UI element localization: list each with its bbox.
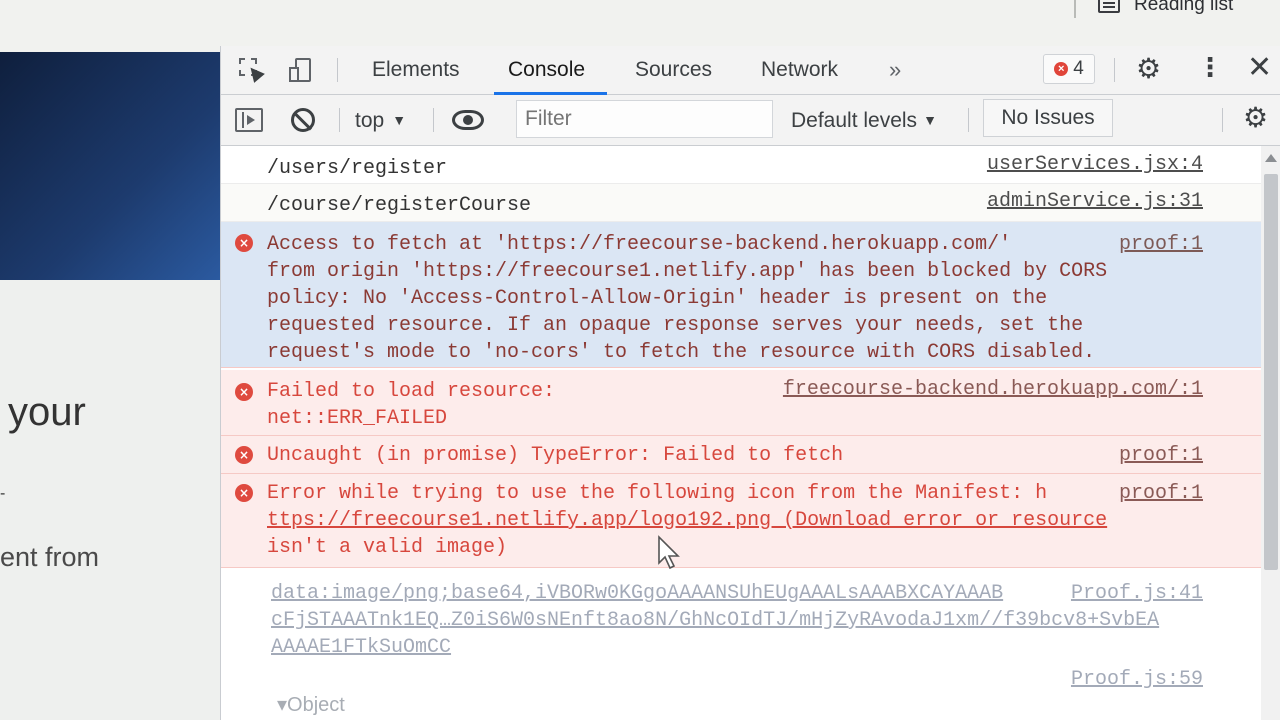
error-line: request's mode to 'no-cors' to fetch the…	[267, 341, 1096, 364]
close-icon[interactable]: ✕	[1247, 50, 1272, 85]
web-page: your - ent from	[0, 52, 220, 720]
toolbar-separator	[1074, 0, 1076, 18]
context-value: top	[355, 109, 385, 132]
source-link[interactable]: proof:1	[1119, 480, 1203, 507]
error-line: requested resource. If an opaque respons…	[267, 314, 1084, 337]
error-count-badge[interactable]: × 4	[1043, 54, 1095, 84]
error-line: from origin 'https://freecourse1.netlify…	[267, 260, 1108, 283]
dropdown-caret-icon: ▼	[392, 112, 407, 128]
page-text-fragment: -	[0, 485, 6, 502]
console-messages: /users/register userServices.jsx:4 /cour…	[221, 146, 1261, 720]
toolbar-divider	[433, 108, 434, 132]
console-log-row: /course/registerCourse adminService.js:3…	[221, 184, 1261, 222]
console-error-row[interactable]: × Uncaught (in promise) TypeError: Faile…	[221, 436, 1261, 474]
toolbar-divider	[1114, 58, 1115, 82]
error-icon: ×	[235, 446, 253, 464]
more-options-icon[interactable]: ⋮	[1197, 52, 1223, 83]
source-link[interactable]: userServices.jsx:4	[987, 151, 1203, 178]
error-line: policy: No 'Access-Control-Allow-Origin'…	[267, 287, 1048, 310]
tab-network[interactable]: Network	[761, 46, 838, 94]
object-expander[interactable]: ▾Object	[277, 692, 345, 719]
source-link[interactable]: Proof.js:59	[1071, 666, 1203, 693]
console-log-row: /users/register userServices.jsx:4	[221, 146, 1261, 184]
page-heading-fragment: your	[8, 390, 86, 434]
reading-list-button[interactable]: Reading list	[1098, 0, 1233, 18]
source-link[interactable]: Proof.js:41	[1071, 580, 1203, 607]
log-levels-dropdown[interactable]: Default levels ▼	[791, 95, 937, 145]
toolbar-divider	[968, 108, 969, 132]
error-icon: ×	[1054, 62, 1069, 76]
toolbar-divider	[339, 108, 340, 132]
scroll-up-arrow-icon[interactable]	[1265, 154, 1277, 162]
console-settings-gear-icon[interactable]: ⚙	[1243, 101, 1268, 134]
error-line: Uncaught (in promise) TypeError: Failed …	[267, 444, 844, 467]
issues-button[interactable]: No Issues	[983, 99, 1113, 137]
error-icon: ×	[235, 484, 253, 502]
hero-banner	[0, 52, 220, 280]
source-link[interactable]: proof:1	[1119, 231, 1203, 258]
error-line: isn't a valid image)	[267, 536, 508, 559]
console-error-row[interactable]: × Error while trying to use the followin…	[221, 474, 1261, 568]
error-line: Failed to load resource:	[267, 380, 556, 403]
device-toolbar-icon[interactable]	[289, 58, 313, 82]
console-error-row[interactable]: × Failed to load resource: net::ERR_FAIL…	[221, 370, 1261, 436]
scrollbar-thumb[interactable]	[1264, 174, 1278, 570]
tab-console[interactable]: Console	[493, 46, 608, 95]
error-line: Access to fetch at 'https://freecourse-b…	[267, 233, 1012, 256]
console-sidebar-icon[interactable]	[235, 108, 263, 132]
error-icon: ×	[235, 383, 253, 401]
data-uri-line[interactable]: data:image/png;base64,iVBORw0KGgoAAAANSU…	[271, 580, 1003, 607]
scrollbar[interactable]	[1261, 146, 1280, 720]
log-message: /users/register	[267, 157, 448, 180]
toolbar-divider	[1222, 108, 1223, 132]
console-log-row: data:image/png;base64,iVBORw0KGgoAAAANSU…	[221, 568, 1261, 660]
console-toolbar: top ▼ Default levels ▼ No Issues ⚙	[221, 95, 1280, 146]
error-line: net::ERR_FAILED	[267, 407, 448, 430]
tab-elements[interactable]: Elements	[372, 46, 460, 94]
settings-gear-icon[interactable]: ⚙	[1136, 52, 1161, 85]
live-expression-eye-icon[interactable]	[452, 110, 484, 130]
clear-console-icon[interactable]	[291, 108, 315, 132]
error-count: 4	[1073, 58, 1084, 79]
data-uri-line[interactable]: AAAAE1FTkSuOmCC	[271, 634, 451, 661]
error-line: ttps://freecourse1.netlify.app/logo192.p…	[267, 509, 1108, 532]
error-icon: ×	[235, 234, 253, 252]
devtools-tab-bar: Elements Console Sources Network » × 4 ⚙…	[221, 46, 1280, 95]
tab-sources[interactable]: Sources	[635, 46, 712, 94]
filter-input[interactable]	[516, 100, 773, 138]
source-link[interactable]: proof:1	[1119, 442, 1203, 469]
source-link[interactable]: freecourse-backend.herokuapp.com/:1	[783, 376, 1203, 403]
inspect-element-icon[interactable]	[239, 58, 265, 83]
log-message: /course/registerCourse	[267, 194, 532, 217]
console-log-row: ▾Object Proof.js:59	[221, 660, 1261, 720]
dropdown-caret-icon: ▼	[923, 112, 937, 128]
log-levels-label: Default levels	[791, 109, 918, 132]
context-selector[interactable]: top ▼	[355, 95, 406, 145]
console-error-row[interactable]: × Access to fetch at 'https://freecourse…	[221, 222, 1261, 368]
more-tabs-icon[interactable]: »	[889, 46, 901, 94]
data-uri-line[interactable]: cFjSTAAATnk1EQ…Z0iS6W0sNEnft8ao8N/GhNcOI…	[271, 607, 1159, 634]
reading-list-label: Reading list	[1134, 0, 1234, 15]
source-link[interactable]: adminService.js:31	[987, 188, 1203, 215]
error-line: Error while trying to use the following …	[267, 482, 1048, 505]
page-text-fragment: ent from	[0, 542, 100, 572]
devtools-panel: Elements Console Sources Network » × 4 ⚙…	[220, 46, 1280, 720]
toolbar-divider	[337, 58, 338, 82]
reading-list-icon	[1098, 0, 1120, 13]
